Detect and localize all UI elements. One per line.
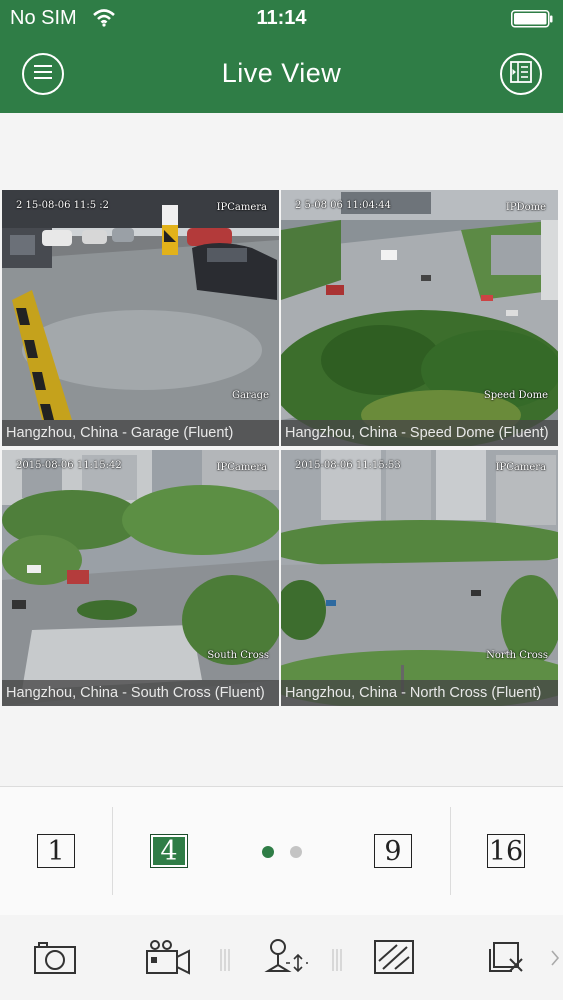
- page-dot-active[interactable]: [262, 846, 274, 858]
- camera-tile-speed-dome[interactable]: 2 5-08 06 11:04:44 IPDome Speed Dome Han…: [281, 190, 558, 446]
- toolbar-divider: [330, 949, 344, 971]
- osd-camera-type: IPCamera: [495, 462, 546, 473]
- osd-camera-type: IPDome: [505, 202, 546, 213]
- image-quality-button[interactable]: [372, 939, 416, 979]
- close-all-button[interactable]: [486, 939, 530, 979]
- snapshot-button[interactable]: [33, 939, 77, 979]
- camera-feed-image: [281, 190, 558, 446]
- camera-tile-south-cross[interactable]: 2015-08-06 11:15:42 IPCamera South Cross…: [2, 450, 279, 706]
- video-record-icon: [145, 939, 191, 980]
- camera-caption: Hangzhou, China - South Cross (Fluent): [2, 680, 279, 706]
- toolbar-divider: [218, 949, 232, 971]
- page-dot-inactive[interactable]: [290, 846, 302, 858]
- osd-camera-name: Garage: [231, 390, 269, 401]
- clock: 11:14: [256, 7, 307, 29]
- record-button[interactable]: [146, 939, 190, 979]
- osd-camera-name: South Cross: [207, 650, 269, 661]
- camera-tile-garage[interactable]: 2 15-08-06 11:5 :2 IPCamera Garage Hangz…: [2, 190, 279, 446]
- camera-feed-image: [2, 190, 279, 446]
- camera-caption: Hangzhou, China - North Cross (Fluent): [281, 680, 558, 706]
- page-title: Live View: [221, 58, 342, 88]
- more-chevron-icon[interactable]: [550, 949, 560, 972]
- app-header: No SIM 11:14 Live View: [0, 0, 563, 113]
- split-9-button[interactable]: 9: [374, 834, 412, 868]
- split-4-button[interactable]: 4: [150, 834, 188, 868]
- close-all-icon: [488, 939, 528, 980]
- camera-caption: Hangzhou, China - Speed Dome (Fluent): [281, 420, 558, 446]
- ptz-control-icon: [264, 937, 310, 982]
- camera-tile-north-cross[interactable]: 2015-08-06 11:15:53 IPCamera North Cross…: [281, 450, 558, 706]
- bottom-toolbar: [0, 915, 563, 1000]
- nav-bar: Live View: [0, 46, 563, 102]
- ptz-button[interactable]: [264, 937, 310, 982]
- status-bar: No SIM 11:14: [0, 0, 563, 36]
- divider: [450, 807, 451, 895]
- osd-camera-type: IPCamera: [216, 462, 267, 473]
- layout-list-icon: [510, 60, 532, 88]
- split-1-button[interactable]: 1: [37, 834, 75, 868]
- split-16-button[interactable]: 16: [487, 834, 525, 868]
- camera-feed-image: [281, 450, 558, 706]
- osd-camera-name: Speed Dome: [483, 390, 548, 401]
- osd-timestamp: 2015-08-06 11:15:42: [16, 460, 122, 471]
- battery-icon: [511, 10, 553, 28]
- osd-timestamp: 2 5-08 06 11:04:44: [295, 200, 392, 211]
- view-list-button[interactable]: [500, 53, 542, 95]
- camera-caption: Hangzhou, China - Garage (Fluent): [2, 420, 279, 446]
- osd-timestamp: 2 15-08-06 11:5 :2: [16, 200, 110, 211]
- osd-camera-name: North Cross: [486, 650, 548, 661]
- osd-camera-type: IPCamera: [216, 202, 267, 213]
- live-view-grid: 2 15-08-06 11:5 :2 IPCamera Garage Hangz…: [2, 190, 562, 706]
- divider: [112, 807, 113, 895]
- split-selector: 1 4 9 16: [0, 786, 563, 916]
- camera-feed-image: [2, 450, 279, 706]
- camera-snapshot-icon: [33, 939, 77, 980]
- image-quality-icon: [373, 939, 415, 980]
- osd-timestamp: 2015-08-06 11:15:53: [295, 460, 401, 471]
